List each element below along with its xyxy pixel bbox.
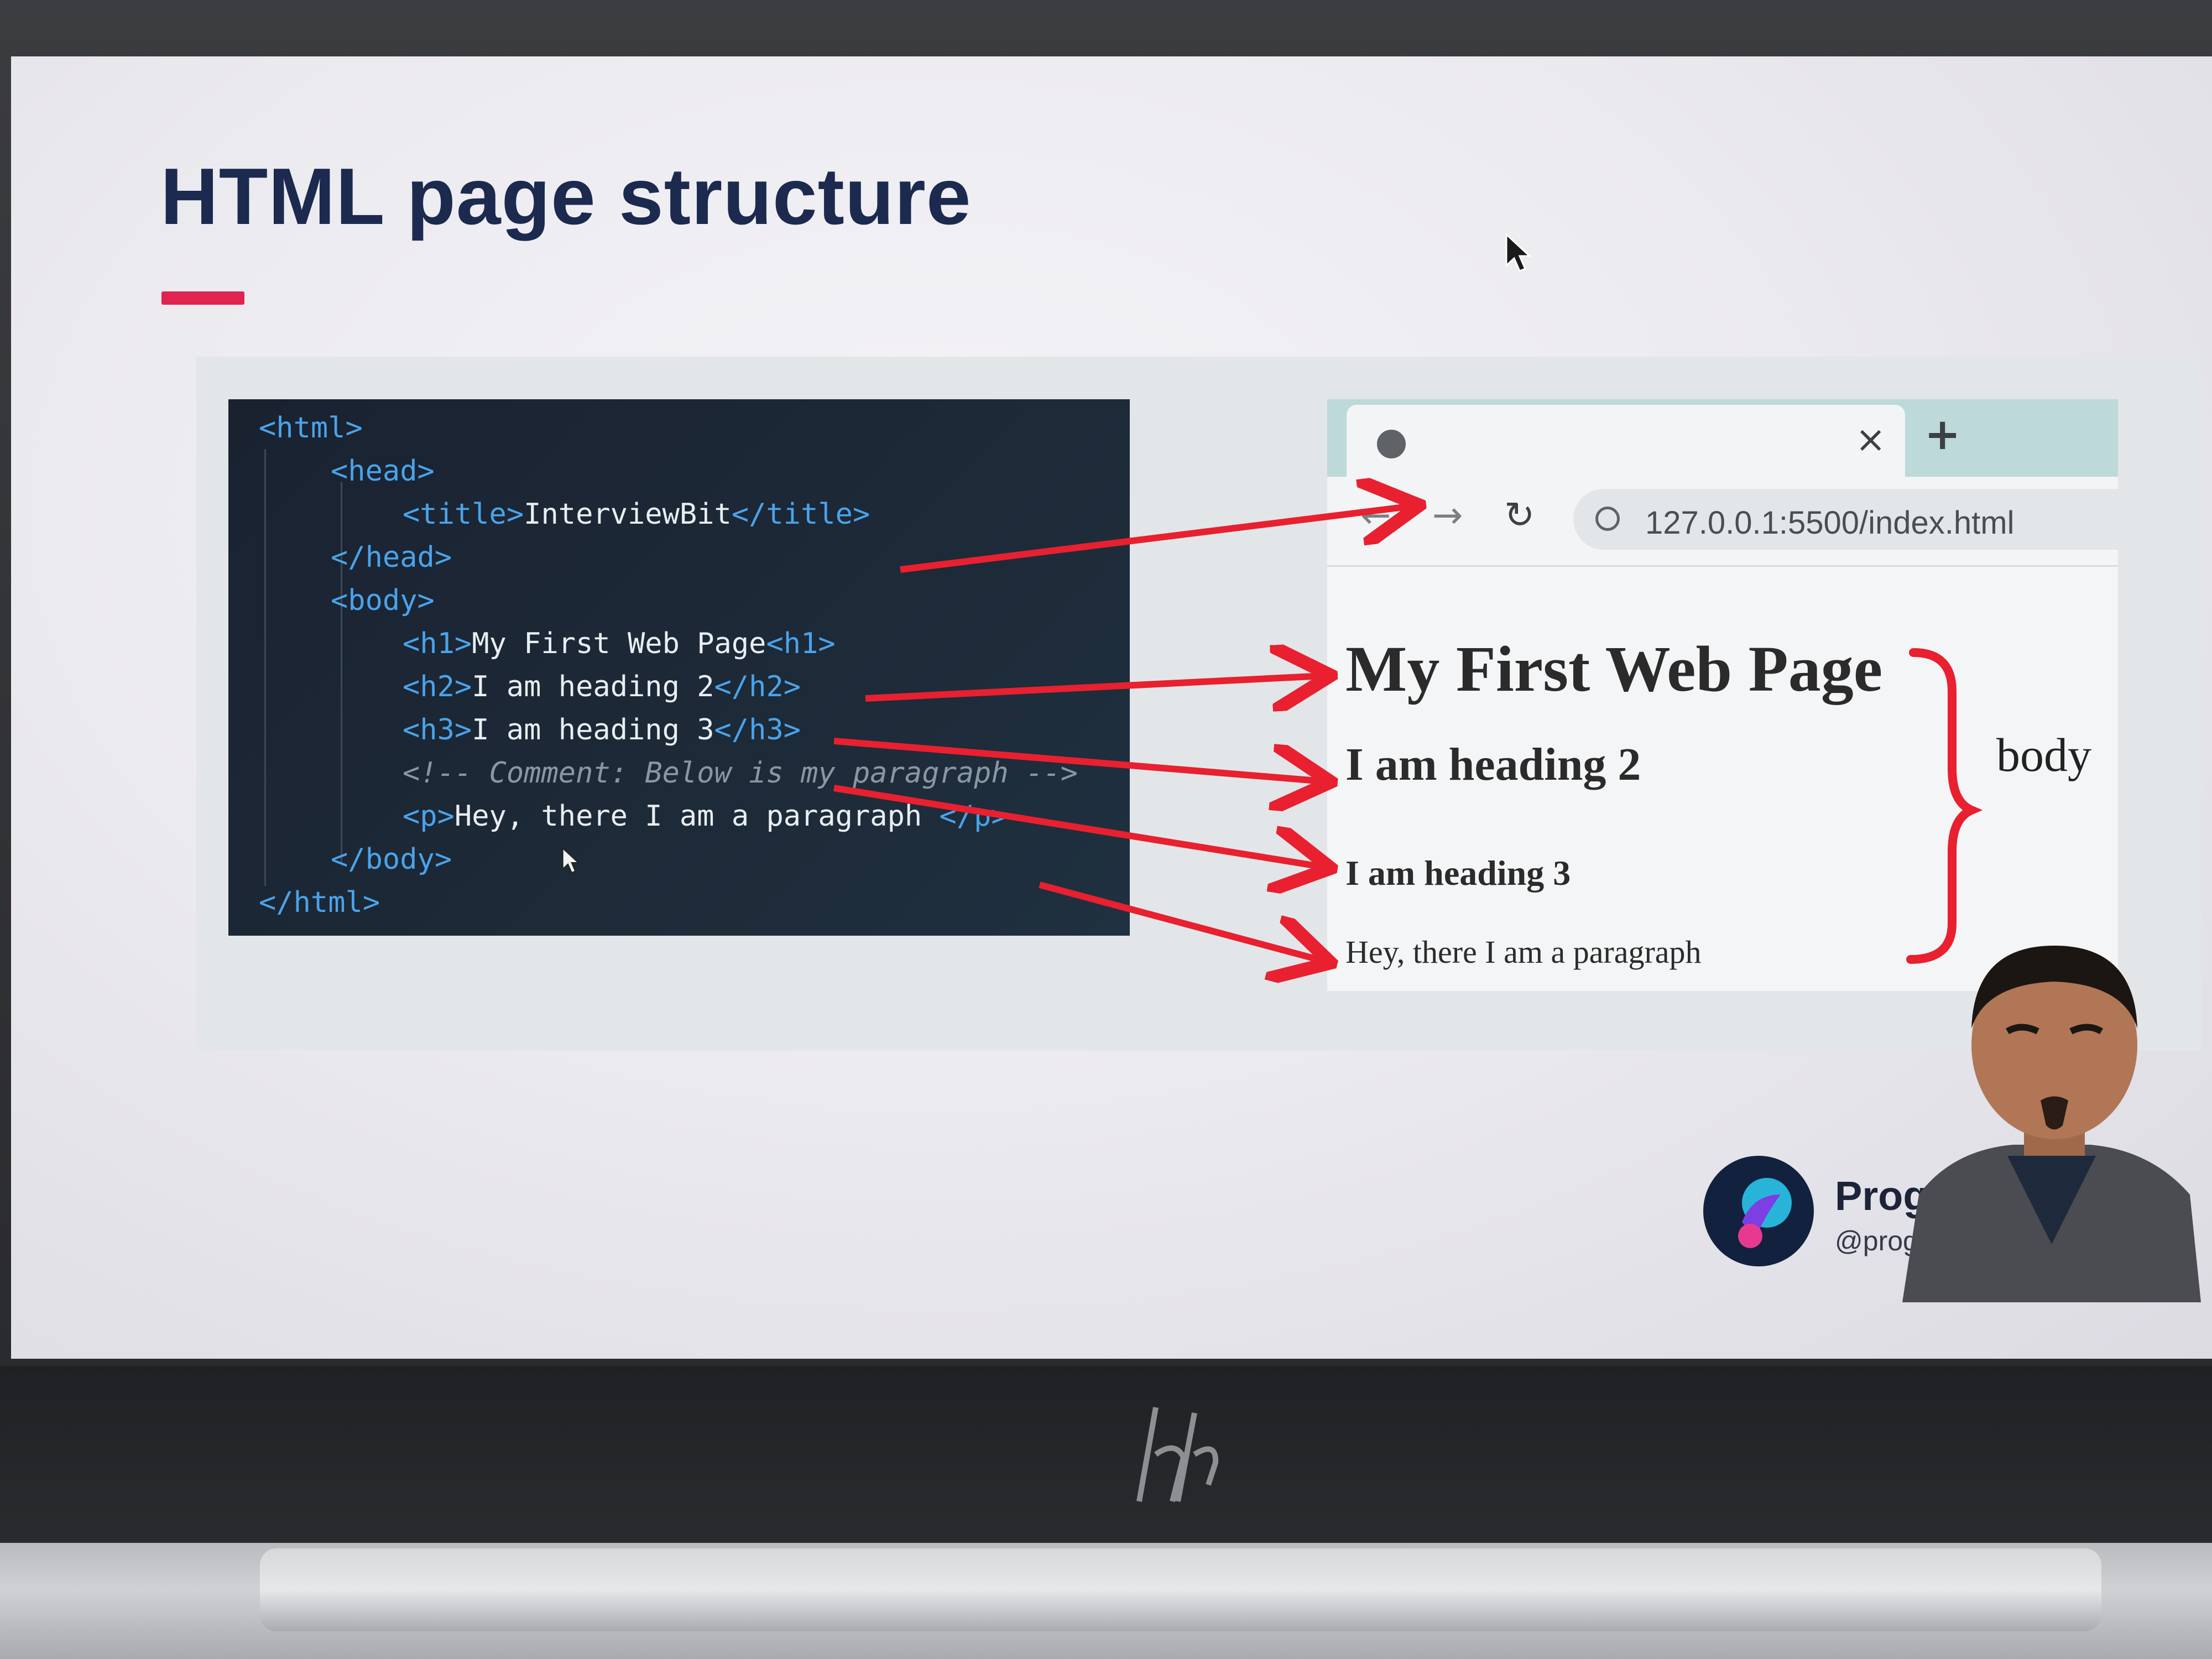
arrow-h3 [833,785,1324,867]
mouse-cursor-icon [562,847,580,874]
hp-logo-icon [1136,1407,1219,1503]
mouse-cursor-icon [1505,232,1532,272]
body-brace [1906,648,1983,964]
channel-logo-icon [1703,1156,1814,1266]
body-label: body [1996,728,2091,781]
arrow-title [900,506,1413,573]
laptop-hinge-bar [260,1548,2101,1631]
presenter-webcam-image [1902,946,2201,1302]
arrow-paragraph [1039,881,1324,961]
laptop-base [0,1366,2212,1543]
arrow-h2 [833,738,1324,781]
arrow-h1 [865,676,1324,698]
